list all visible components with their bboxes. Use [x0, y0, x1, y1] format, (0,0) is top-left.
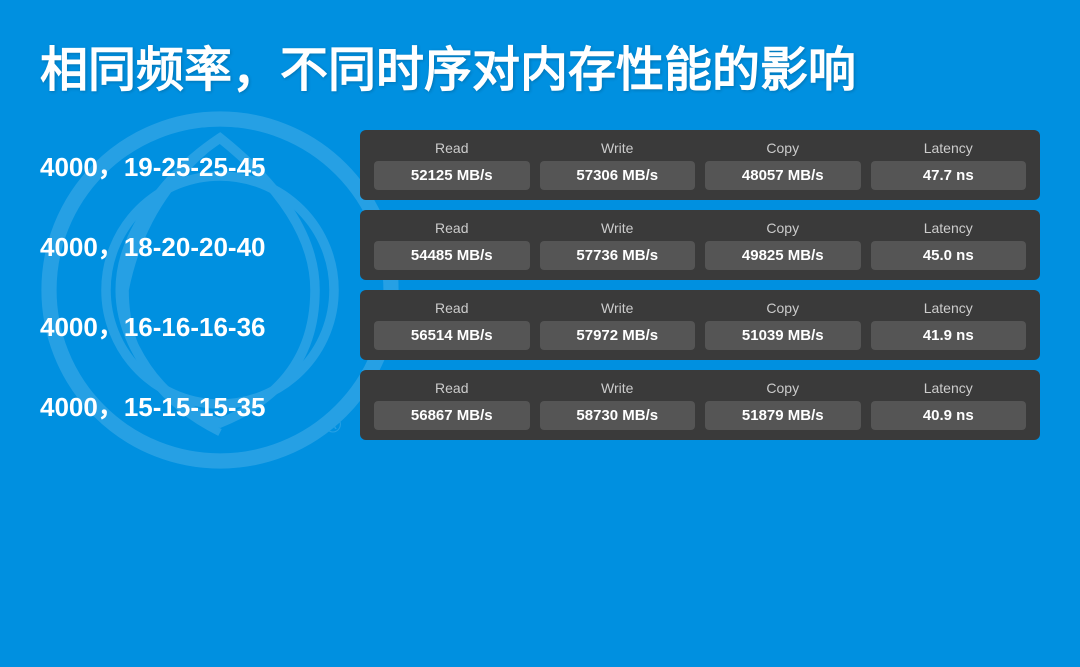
write-metric-1: Write 57736 MB/s [540, 220, 696, 270]
latency-metric-0: Latency 47.7 ns [871, 140, 1027, 190]
benchmark-card-1: Read 54485 MB/s Write 57736 MB/s Copy 49825 M… [360, 210, 1040, 280]
copy-value-3: 51879 MB/s [705, 401, 861, 430]
benchmark-card-0: Read 52125 MB/s Write 57306 MB/s Copy 48057 M… [360, 130, 1040, 200]
copy-metric-2: Copy 51039 MB/s [705, 300, 861, 350]
benchmark-card-2: Read 56514 MB/s Write 57972 MB/s Copy 51039 M… [360, 290, 1040, 360]
copy-value-2: 51039 MB/s [705, 321, 861, 350]
benchmark-row-3: 4000，15-15-15-35 Read 56867 MB/s Write 58730… [40, 370, 1040, 440]
read-value-2: 56514 MB/s [374, 321, 530, 350]
write-label-3: Write [601, 380, 633, 396]
write-label-0: Write [601, 140, 633, 156]
read-value-3: 56867 MB/s [374, 401, 530, 430]
read-label-0: Read [435, 140, 468, 156]
write-metric-0: Write 57306 MB/s [540, 140, 696, 190]
row-label-2: 4000，16-16-16-36 [40, 307, 340, 344]
latency-value-2: 41.9 ns [871, 321, 1027, 350]
copy-value-1: 49825 MB/s [705, 241, 861, 270]
row-label-0: 4000，19-25-25-45 [40, 147, 340, 184]
write-value-1: 57736 MB/s [540, 241, 696, 270]
benchmark-card-3: Read 56867 MB/s Write 58730 MB/s Copy 51879 M… [360, 370, 1040, 440]
copy-metric-1: Copy 49825 MB/s [705, 220, 861, 270]
latency-value-3: 40.9 ns [871, 401, 1027, 430]
latency-label-2: Latency [924, 300, 973, 316]
latency-value-1: 45.0 ns [871, 241, 1027, 270]
read-metric-2: Read 56514 MB/s [374, 300, 530, 350]
title: 相同频率，不同时序对内存性能的影响 [0, 0, 1080, 120]
latency-value-0: 47.7 ns [871, 161, 1027, 190]
read-value-0: 52125 MB/s [374, 161, 530, 190]
latency-label-1: Latency [924, 220, 973, 236]
benchmark-row-0: 4000，19-25-25-45 Read 52125 MB/s Write 57306… [40, 130, 1040, 200]
read-metric-0: Read 52125 MB/s [374, 140, 530, 190]
copy-metric-0: Copy 48057 MB/s [705, 140, 861, 190]
benchmark-row-1: 4000，18-20-20-40 Read 54485 MB/s Write 57736… [40, 210, 1040, 280]
row-label-3: 4000，15-15-15-35 [40, 387, 340, 424]
read-metric-1: Read 54485 MB/s [374, 220, 530, 270]
latency-metric-3: Latency 40.9 ns [871, 380, 1027, 430]
copy-label-2: Copy [766, 300, 799, 316]
read-label-1: Read [435, 220, 468, 236]
write-metric-3: Write 58730 MB/s [540, 380, 696, 430]
copy-metric-3: Copy 51879 MB/s [705, 380, 861, 430]
benchmark-row-2: 4000，16-16-16-36 Read 56514 MB/s Write 57972… [40, 290, 1040, 360]
write-label-1: Write [601, 220, 633, 236]
copy-label-3: Copy [766, 380, 799, 396]
read-label-3: Read [435, 380, 468, 396]
latency-label-0: Latency [924, 140, 973, 156]
write-value-2: 57972 MB/s [540, 321, 696, 350]
read-metric-3: Read 56867 MB/s [374, 380, 530, 430]
read-label-2: Read [435, 300, 468, 316]
write-metric-2: Write 57972 MB/s [540, 300, 696, 350]
copy-label-1: Copy [766, 220, 799, 236]
latency-label-3: Latency [924, 380, 973, 396]
copy-label-0: Copy [766, 140, 799, 156]
content-area: 4000，19-25-25-45 Read 52125 MB/s Write 57306… [0, 120, 1080, 450]
read-value-1: 54485 MB/s [374, 241, 530, 270]
write-value-0: 57306 MB/s [540, 161, 696, 190]
write-value-3: 58730 MB/s [540, 401, 696, 430]
copy-value-0: 48057 MB/s [705, 161, 861, 190]
row-label-1: 4000，18-20-20-40 [40, 227, 340, 264]
write-label-2: Write [601, 300, 633, 316]
latency-metric-1: Latency 45.0 ns [871, 220, 1027, 270]
latency-metric-2: Latency 41.9 ns [871, 300, 1027, 350]
